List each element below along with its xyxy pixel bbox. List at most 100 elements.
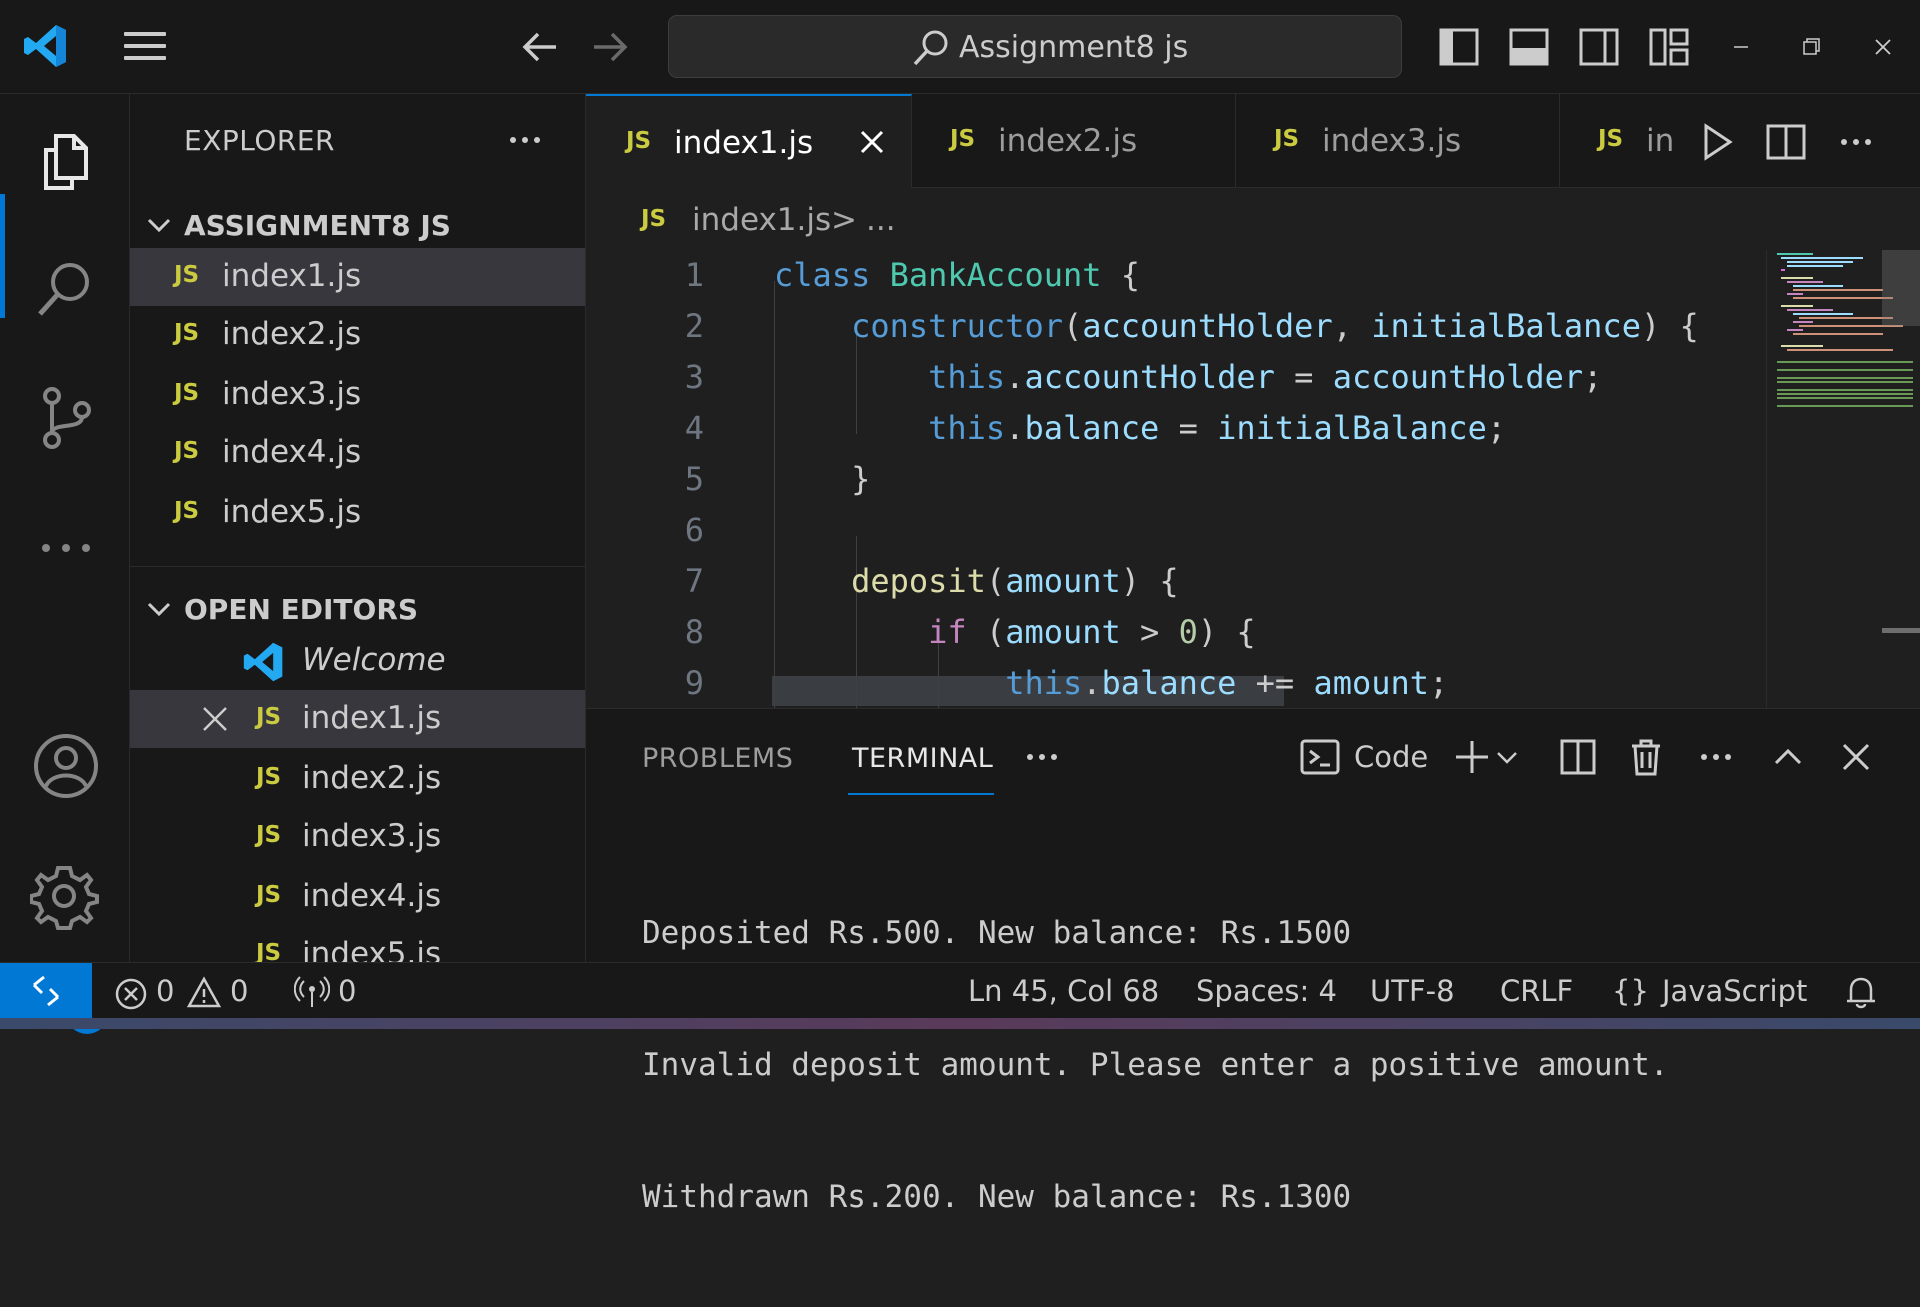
search-icon[interactable] (30, 252, 102, 324)
accounts-icon[interactable] (30, 730, 102, 802)
js-file-icon: JS (626, 128, 652, 154)
breadcrumb-symbols[interactable]: ... (866, 200, 896, 240)
language-mode[interactable]: JavaScript (1662, 971, 1807, 1011)
js-file-icon: JS (174, 380, 200, 406)
js-file-icon: JS (174, 438, 200, 464)
file-item[interactable]: JS index5.js (130, 484, 585, 542)
cursor-position[interactable]: Ln 45, Col 68 (968, 971, 1159, 1011)
tab-terminal[interactable]: TERMINAL (852, 739, 993, 779)
source-control-icon[interactable] (30, 382, 102, 454)
settings-gear-icon[interactable] (29, 860, 102, 932)
file-name: index1.js (222, 258, 362, 294)
more-actions-icon[interactable] (500, 120, 550, 160)
file-item[interactable]: JS index4.js (130, 424, 585, 482)
more-actions-icon[interactable] (1832, 118, 1880, 166)
active-tab-underline (848, 793, 994, 795)
close-panel-icon[interactable] (1834, 735, 1878, 779)
open-editors-header[interactable]: OPEN EDITORS (130, 584, 585, 636)
js-file-icon: JS (950, 126, 976, 152)
code-editor[interactable]: 1 2 3 4 5 6 7 8 9 class BankAccount { co… (586, 250, 1766, 708)
terminal-line: Deposited Rs.500. New balance: Rs.1500 (642, 915, 1352, 951)
line-ending[interactable]: CRLF (1500, 971, 1573, 1011)
editor-tab-bar: JS index1.js JS index2.js JS index3.js J… (586, 94, 1920, 188)
open-editor-item[interactable]: JS index4.js (130, 868, 585, 926)
chevron-down-icon (142, 208, 176, 242)
forward-arrow-icon[interactable] (584, 24, 634, 70)
trash-icon[interactable] (1624, 735, 1668, 779)
js-file-icon: JS (641, 206, 667, 232)
js-file-icon: JS (1598, 126, 1624, 152)
open-editor-item[interactable]: Welcome (130, 632, 585, 690)
bottom-panel: PROBLEMS TERMINAL Code Deposited Rs.500.… (586, 708, 1920, 1215)
language-braces-icon: {} (1612, 974, 1649, 1008)
remote-icon (32, 975, 60, 1007)
scrollbar-thumb[interactable] (1882, 250, 1920, 326)
remote-indicator[interactable] (0, 963, 92, 1019)
vscode-welcome-icon (242, 640, 286, 684)
warning-icon[interactable] (186, 975, 222, 1011)
open-editor-name: index4.js (302, 878, 442, 914)
code-line: constructor(accountHolder, initialBalanc… (851, 307, 1699, 345)
open-editor-item[interactable]: JS index3.js (130, 808, 585, 866)
code-line: class BankAccount { (774, 256, 1141, 294)
indentation[interactable]: Spaces: 4 (1196, 971, 1337, 1011)
breadcrumb-file[interactable]: index1.js (692, 200, 831, 240)
folder-section-header[interactable]: ASSIGNMENT8 JS (130, 200, 585, 252)
tab-index1[interactable]: JS index1.js (586, 94, 912, 188)
open-editor-item[interactable]: JS index1.js (130, 690, 585, 748)
new-terminal-plus-icon[interactable] (1450, 735, 1494, 779)
close-window-icon[interactable] (1860, 24, 1906, 70)
close-icon[interactable] (198, 702, 232, 736)
file-item[interactable]: JS index3.js (130, 366, 585, 424)
terminal-output[interactable]: Deposited Rs.500. New balance: Rs.1500 I… (642, 823, 1669, 1307)
ports-count[interactable]: 0 (338, 971, 356, 1011)
explorer-icon[interactable] (30, 126, 102, 198)
js-file-icon: JS (256, 822, 282, 848)
more-icon[interactable] (1020, 735, 1064, 779)
sidebar-title: EXPLORER (184, 124, 335, 157)
file-name: index4.js (222, 434, 362, 470)
code-line: if (amount > 0) { (928, 613, 1256, 651)
close-icon[interactable] (852, 122, 892, 162)
error-icon[interactable] (114, 977, 148, 1011)
encoding[interactable]: UTF-8 (1370, 971, 1455, 1011)
restore-icon[interactable] (1788, 24, 1834, 70)
line-number: 4 (684, 409, 704, 447)
chevron-down-icon[interactable] (1492, 735, 1522, 779)
more-icon[interactable] (30, 512, 102, 584)
run-play-icon[interactable] (1692, 118, 1740, 166)
tab-index4-partial[interactable]: JS in (1560, 94, 1686, 188)
back-arrow-icon[interactable] (516, 24, 566, 70)
js-file-icon: JS (256, 764, 282, 790)
notifications-bell-icon[interactable] (1842, 973, 1880, 1011)
maximize-panel-chevron-up-icon[interactable] (1766, 735, 1810, 779)
toggle-secondary-sidebar-icon[interactable] (1576, 24, 1622, 70)
tab-problems[interactable]: PROBLEMS (642, 739, 793, 779)
active-indicator (0, 194, 5, 318)
line-number: 7 (684, 562, 704, 600)
customize-layout-icon[interactable] (1646, 24, 1692, 70)
breadcrumb-separator: > (831, 202, 857, 238)
open-editor-item[interactable]: JS index5.js (130, 926, 585, 962)
js-file-icon: JS (256, 940, 282, 962)
file-item[interactable]: JS index1.js (130, 248, 585, 306)
split-terminal-icon[interactable] (1556, 735, 1600, 779)
more-actions-icon[interactable] (1694, 735, 1738, 779)
warning-count[interactable]: 0 (230, 971, 248, 1011)
open-editor-item[interactable]: JS index2.js (130, 750, 585, 808)
toggle-panel-icon[interactable] (1506, 24, 1552, 70)
tab-label: index2.js (998, 123, 1138, 159)
command-center-search[interactable]: Assignment8 js (668, 15, 1402, 78)
minimize-icon[interactable] (1718, 24, 1764, 70)
split-editor-icon[interactable] (1762, 118, 1810, 166)
terminal-name[interactable]: Code (1354, 737, 1428, 777)
error-count[interactable]: 0 (156, 971, 174, 1011)
menu-icon[interactable] (122, 30, 168, 64)
ports-broadcast-icon[interactable] (293, 975, 331, 1011)
terminal-icon[interactable] (1298, 735, 1342, 779)
file-item[interactable]: JS index2.js (130, 306, 585, 364)
tab-index2[interactable]: JS index2.js (912, 94, 1236, 188)
tab-index3[interactable]: JS index3.js (1236, 94, 1560, 188)
line-number: 5 (684, 460, 704, 498)
toggle-primary-sidebar-icon[interactable] (1436, 24, 1482, 70)
